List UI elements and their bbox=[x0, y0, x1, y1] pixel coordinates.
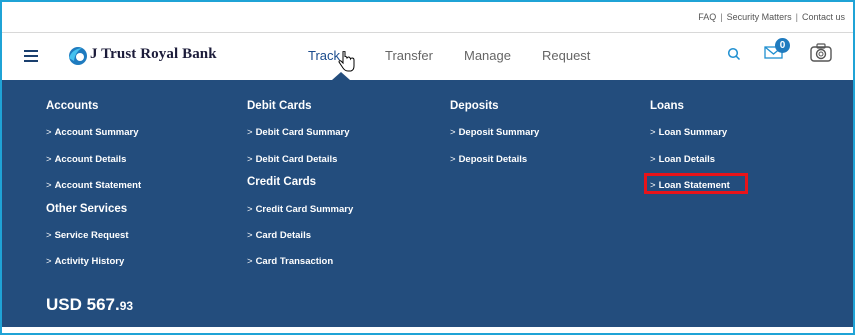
menu-item-activity-history[interactable]: > Activity History bbox=[46, 256, 124, 267]
menu-heading-loans: Loans bbox=[650, 100, 684, 112]
faq-link[interactable]: FAQ bbox=[698, 12, 716, 22]
search-icon[interactable] bbox=[727, 47, 741, 61]
brand-name[interactable]: J Trust Royal Bank bbox=[90, 46, 217, 63]
menu-item-credit-card-summary[interactable]: > Credit Card Summary bbox=[247, 204, 353, 215]
top-utility-bar: FAQ | Security Matters | Contact us bbox=[2, 2, 853, 33]
loan-statement-highlight-box bbox=[644, 173, 748, 194]
browser-frame: FAQ | Security Matters | Contact us J Tr… bbox=[0, 0, 855, 335]
page-bottom-strip bbox=[2, 327, 853, 333]
main-navbar: J Trust Royal Bank Track Transfer Manage… bbox=[2, 33, 853, 80]
jtrust-logo-icon bbox=[69, 47, 87, 65]
menu-heading-credit-cards: Credit Cards bbox=[247, 176, 317, 188]
menu-item-debit-card-details[interactable]: > Debit Card Details bbox=[247, 154, 337, 165]
menu-item-debit-card-summary[interactable]: > Debit Card Summary bbox=[247, 127, 350, 138]
account-balance: USD 567.93 bbox=[46, 295, 133, 315]
menu-item-account-summary[interactable]: > Account Summary bbox=[46, 127, 139, 138]
menu-item-service-request[interactable]: > Service Request bbox=[46, 230, 129, 241]
menu-heading-other-services: Other Services bbox=[46, 203, 128, 215]
menu-item-card-transaction[interactable]: > Card Transaction bbox=[247, 256, 333, 267]
hand-cursor-icon bbox=[338, 51, 355, 72]
tab-request[interactable]: Request bbox=[542, 48, 590, 63]
menu-item-card-details[interactable]: > Card Details bbox=[247, 230, 311, 241]
balance-whole: 567. bbox=[86, 295, 120, 314]
menu-item-account-details[interactable]: > Account Details bbox=[46, 154, 126, 165]
camera-icon[interactable] bbox=[810, 43, 832, 63]
menu-item-loan-summary[interactable]: > Loan Summary bbox=[650, 127, 727, 138]
menu-item-deposit-details[interactable]: > Deposit Details bbox=[450, 154, 527, 165]
track-mega-menu: Accounts > Account Summary > Account Detai… bbox=[2, 80, 853, 333]
separator: | bbox=[720, 12, 723, 22]
security-matters-link[interactable]: Security Matters bbox=[727, 12, 792, 22]
menu-item-account-statement[interactable]: > Account Statement bbox=[46, 180, 141, 191]
menu-item-deposit-summary[interactable]: > Deposit Summary bbox=[450, 127, 539, 138]
menu-item-loan-details[interactable]: > Loan Details bbox=[650, 154, 715, 165]
tab-track[interactable]: Track bbox=[308, 48, 340, 63]
menu-heading-accounts: Accounts bbox=[46, 100, 99, 112]
balance-currency: USD bbox=[46, 295, 82, 314]
tab-transfer[interactable]: Transfer bbox=[385, 48, 433, 63]
menu-heading-debit-cards: Debit Cards bbox=[247, 100, 312, 112]
tab-manage[interactable]: Manage bbox=[464, 48, 511, 63]
hamburger-menu-icon[interactable] bbox=[24, 50, 38, 62]
separator: | bbox=[795, 12, 798, 22]
balance-decimal: 93 bbox=[119, 299, 134, 313]
mail-count-badge: 0 bbox=[775, 38, 790, 53]
top-links: FAQ | Security Matters | Contact us bbox=[698, 12, 845, 22]
menu-heading-deposits: Deposits bbox=[450, 100, 499, 112]
contact-us-link[interactable]: Contact us bbox=[802, 12, 845, 22]
active-tab-caret bbox=[332, 72, 350, 80]
